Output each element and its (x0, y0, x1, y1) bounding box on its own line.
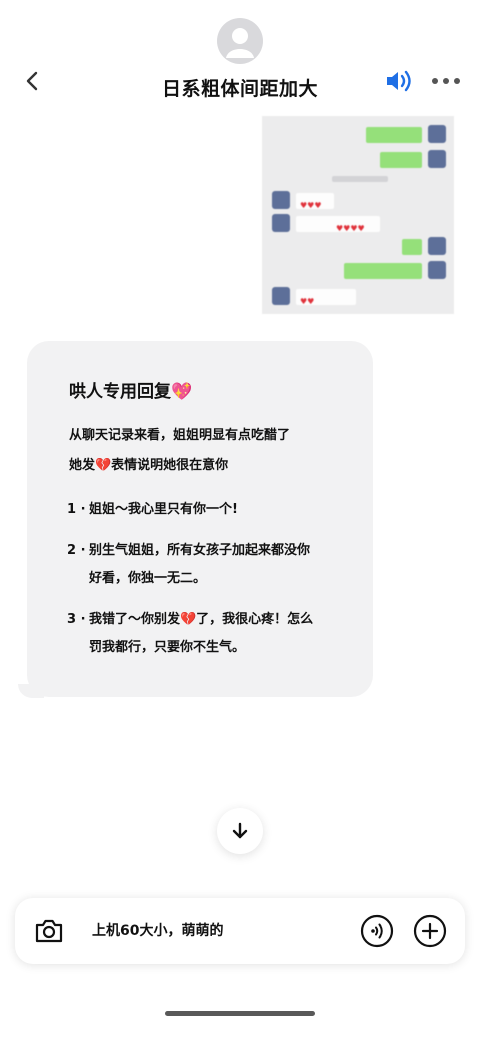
speaker-icon[interactable] (384, 68, 414, 94)
item-text: 我错了～你别发💔了，我很心疼！怎么 (89, 612, 314, 627)
ss-bubble (402, 239, 422, 255)
item-number: 2 · (67, 543, 86, 558)
item-text: 别生气姐姐，所有女孩子加起来都没你 (89, 543, 311, 558)
message-input-bar: 上机60大小，萌萌的 (15, 898, 465, 964)
reply-title: 哄人专用回复💖 (69, 382, 193, 402)
home-indicator[interactable] (165, 1011, 315, 1016)
voice-icon[interactable] (360, 914, 394, 948)
reply-intro-line: 从聊天记录来看，姐姐明显有点吃醋了 (69, 428, 291, 443)
camera-icon[interactable] (33, 915, 65, 947)
heart-icon: ♥♥♥♥ (336, 224, 365, 233)
reply-intro-line: 她发💔表情说明她很在意你 (69, 458, 229, 473)
scroll-down-button[interactable] (217, 808, 263, 854)
heart-icon: ♥♥♥ (300, 201, 322, 210)
ss-bubble: ♥♥♥♥ (296, 216, 380, 233)
reply-item[interactable]: 1 · 姐姐～我心里只有你一个! (67, 496, 357, 524)
chat-screenshot-image[interactable]: ♥♥♥ ♥♥♥♥ ♥♥ (262, 116, 454, 314)
ss-avatar (272, 191, 290, 209)
reply-item[interactable]: 2 · 别生气姐姐，所有女孩子加起来都没你 好看，你独一无二。 (67, 537, 357, 593)
item-text-cont: 罚我都行，只要你不生气。 (89, 640, 246, 655)
ss-bubble (366, 127, 422, 143)
ss-bubble (344, 263, 422, 279)
ss-bubble (380, 152, 422, 168)
ss-bubble: ♥♥♥ (296, 193, 334, 210)
heart-icon: ♥♥ (300, 297, 315, 306)
ss-timestamp (332, 176, 388, 182)
ss-avatar (428, 261, 446, 279)
ss-bubble: ♥♥ (296, 289, 356, 306)
ss-avatar (428, 125, 446, 143)
chat-header: 日系粗体间距加大 (0, 58, 480, 112)
item-text-cont: 好看，你独一无二。 (89, 571, 207, 586)
message-input[interactable]: 上机60大小，萌萌的 (92, 920, 223, 940)
more-icon[interactable] (430, 74, 462, 88)
item-number: 1 · (67, 502, 86, 517)
ai-reply-bubble[interactable]: 哄人专用回复💖 从聊天记录来看，姐姐明显有点吃醋了 她发💔表情说明她很在意你 1… (27, 341, 373, 697)
ss-avatar (272, 287, 290, 305)
reply-item[interactable]: 3 · 我错了～你别发💔了，我很心疼！怎么 罚我都行，只要你不生气。 (67, 606, 357, 662)
ss-avatar (428, 150, 446, 168)
arrow-down-icon (232, 822, 248, 839)
item-number: 3 · (67, 612, 86, 627)
ss-avatar (272, 214, 290, 232)
item-text: 姐姐～我心里只有你一个! (89, 502, 238, 517)
ss-avatar (428, 237, 446, 255)
plus-icon[interactable] (413, 914, 447, 948)
